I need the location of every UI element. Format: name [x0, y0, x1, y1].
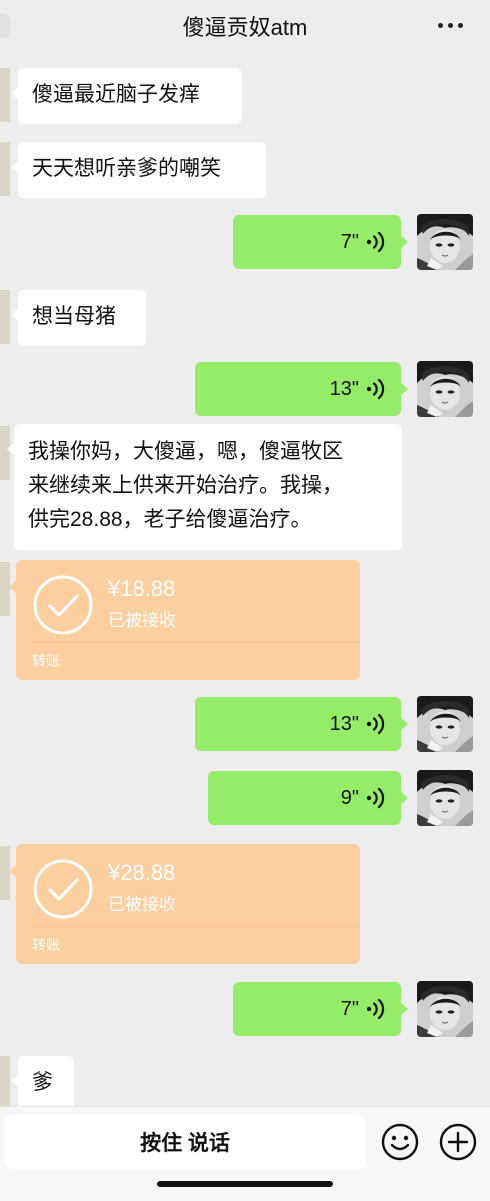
transfer-amount: ¥28.88: [108, 860, 176, 885]
emoji-icon[interactable]: [381, 1123, 419, 1161]
message-text: 天天想听亲爹的嘲笑: [32, 157, 221, 180]
transfer-card[interactable]: ¥18.88 已被接收 转账: [9, 560, 360, 680]
outgoing-voice-message[interactable]: 7": [233, 982, 408, 1036]
my-avatar[interactable]: [417, 770, 473, 826]
my-avatar[interactable]: [417, 214, 473, 270]
back-edge[interactable]: [0, 14, 10, 38]
check-circle-icon: [32, 574, 94, 636]
check-circle-icon: [32, 858, 94, 920]
voice-wave-icon: [365, 231, 387, 253]
message-text-line: 供完28.88，老子给傻逼治疗。: [28, 508, 312, 531]
outgoing-voice-message[interactable]: 13": [195, 362, 408, 416]
transfer-status: 已被接收: [108, 895, 176, 914]
plus-icon[interactable]: [439, 1123, 477, 1161]
voice-wave-icon: [365, 998, 387, 1020]
transfer-status: 已被接收: [108, 611, 176, 630]
voice-wave-icon: [365, 787, 387, 809]
my-avatar[interactable]: [417, 981, 473, 1037]
incoming-text-message[interactable]: 我操你妈，大傻逼，嗯，傻逼牧区 来继续来上供来开始治疗。我操， 供完28.88，…: [7, 424, 402, 550]
voice-duration: 7": [340, 998, 359, 1020]
voice-wave-icon: [365, 378, 387, 400]
incoming-text-message[interactable]: 想当母猪: [11, 290, 146, 346]
more-icon[interactable]: [438, 14, 464, 36]
divider: [32, 926, 360, 927]
voice-wave-icon: [365, 713, 387, 735]
contact-avatar[interactable]: [0, 142, 10, 196]
transfer-type-label: 转账: [32, 937, 60, 953]
hold-to-talk-button[interactable]: 按住 说话: [4, 1115, 366, 1169]
contact-avatar[interactable]: [0, 1056, 10, 1110]
voice-duration: 13": [329, 378, 359, 400]
outgoing-voice-message[interactable]: 9": [208, 771, 408, 825]
home-indicator[interactable]: [157, 1181, 333, 1187]
message-text-line: 我操你妈，大傻逼，嗯，傻逼牧区: [28, 440, 343, 463]
message-text: 想当母猪: [32, 305, 116, 328]
voice-duration: 13": [329, 713, 359, 735]
transfer-amount: ¥18.88: [108, 576, 176, 601]
voice-duration: 7": [340, 231, 359, 253]
contact-avatar[interactable]: [0, 290, 10, 344]
incoming-text-message[interactable]: 傻逼最近脑子发痒: [11, 68, 242, 124]
voice-duration: 9": [340, 787, 359, 809]
message-text: 傻逼最近脑子发痒: [32, 83, 200, 106]
incoming-text-message[interactable]: 爹: [11, 1056, 74, 1112]
contact-avatar[interactable]: [0, 68, 10, 122]
transfer-card[interactable]: ¥28.88 已被接收 转账: [9, 844, 360, 964]
chat-title: 傻逼贡奴atm: [182, 15, 308, 40]
message-text-line: 来继续来上供来开始治疗。我操，: [28, 474, 343, 497]
my-avatar[interactable]: [417, 696, 473, 752]
message-text: 爹: [32, 1071, 53, 1094]
my-avatar[interactable]: [417, 361, 473, 417]
divider: [32, 642, 360, 643]
outgoing-voice-message[interactable]: 7": [233, 215, 408, 269]
incoming-text-message[interactable]: 天天想听亲爹的嘲笑: [11, 142, 266, 198]
outgoing-voice-message[interactable]: 13": [195, 697, 408, 751]
chat-header: 傻逼贡奴atm: [0, 0, 490, 52]
transfer-type-label: 转账: [32, 653, 60, 669]
